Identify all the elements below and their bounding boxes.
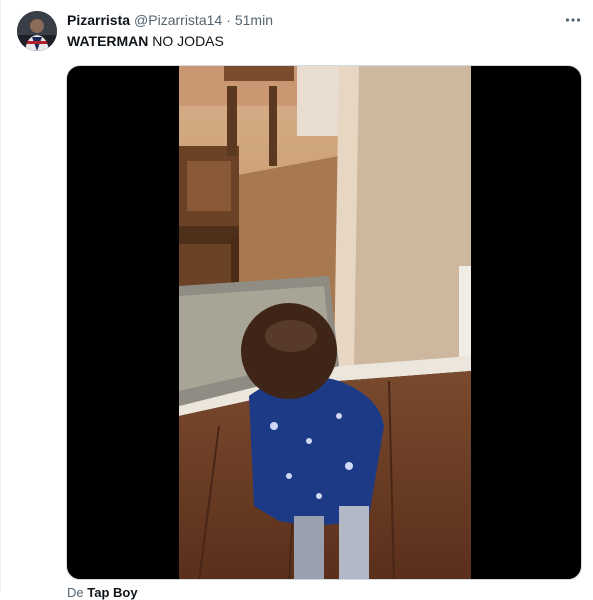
tweet-header: Pizarrista @Pizarrista14 · 51min (67, 11, 273, 29)
video-attribution[interactable]: De Tap Boy (67, 585, 138, 600)
display-name[interactable]: Pizarrista (67, 12, 130, 28)
avatar-image (17, 11, 57, 51)
tweet-text-rest: NO JODAS (148, 33, 224, 49)
tweet-text: WATERMAN NO JODAS (67, 33, 224, 49)
video-frame (179, 66, 471, 579)
avatar[interactable] (17, 11, 57, 51)
more-options-button[interactable] (562, 9, 584, 31)
video-still-image (179, 66, 471, 579)
separator-dot: · (226, 12, 231, 28)
user-handle[interactable]: @Pizarrista14 (134, 12, 222, 28)
attribution-prefix: De (67, 585, 88, 600)
timestamp[interactable]: 51min (235, 12, 273, 28)
tweet-text-bold: WATERMAN (67, 33, 149, 49)
more-horizontal-icon (565, 18, 581, 22)
timeline-divider (0, 0, 1, 592)
attribution-name[interactable]: Tap Boy (87, 585, 137, 600)
video-player[interactable] (66, 65, 582, 580)
tweet-card[interactable]: Pizarrista @Pizarrista14 · 51min WATERMA… (0, 0, 593, 600)
